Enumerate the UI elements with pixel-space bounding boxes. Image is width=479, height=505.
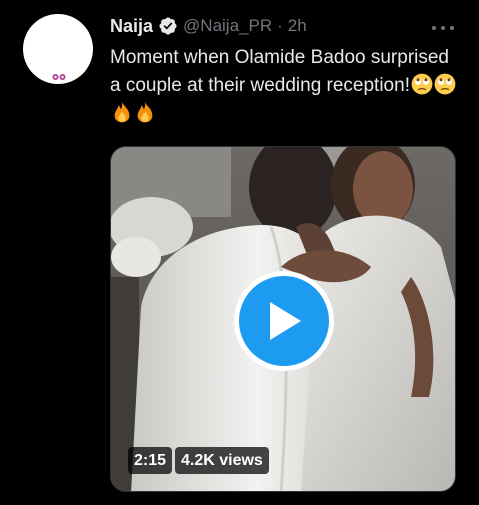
video-player[interactable]: 2:15 4.2K views xyxy=(110,146,456,492)
avatar-eyes-icon xyxy=(52,74,66,80)
tweet-timestamp[interactable]: 2h xyxy=(288,16,307,36)
play-icon xyxy=(270,302,301,340)
tweet-text: Moment when Olamide Badoo surprised a co… xyxy=(110,44,460,128)
fire-emoji xyxy=(137,101,153,123)
video-duration-badge: 2:15 xyxy=(128,447,173,474)
more-options-icon[interactable] xyxy=(432,18,454,38)
tweet-header: Naija @Naija_PR · 2h xyxy=(110,14,307,38)
author-display-name[interactable]: Naija xyxy=(110,16,153,37)
face-with-rolling-eyes-emoji xyxy=(411,73,433,95)
play-button[interactable] xyxy=(234,271,334,371)
separator-dot: · xyxy=(277,16,283,35)
fire-emoji xyxy=(114,101,130,123)
video-views-badge: 4.2K views xyxy=(175,447,269,474)
avatar[interactable] xyxy=(23,14,93,84)
tweet[interactable]: Naija @Naija_PR · 2h Moment when Olamide… xyxy=(0,0,479,505)
author-handle[interactable]: @Naija_PR xyxy=(183,16,272,36)
tweet-body: Moment when Olamide Badoo surprised a co… xyxy=(110,47,450,96)
face-with-rolling-eyes-emoji xyxy=(434,73,456,95)
verified-badge-icon xyxy=(159,17,177,35)
